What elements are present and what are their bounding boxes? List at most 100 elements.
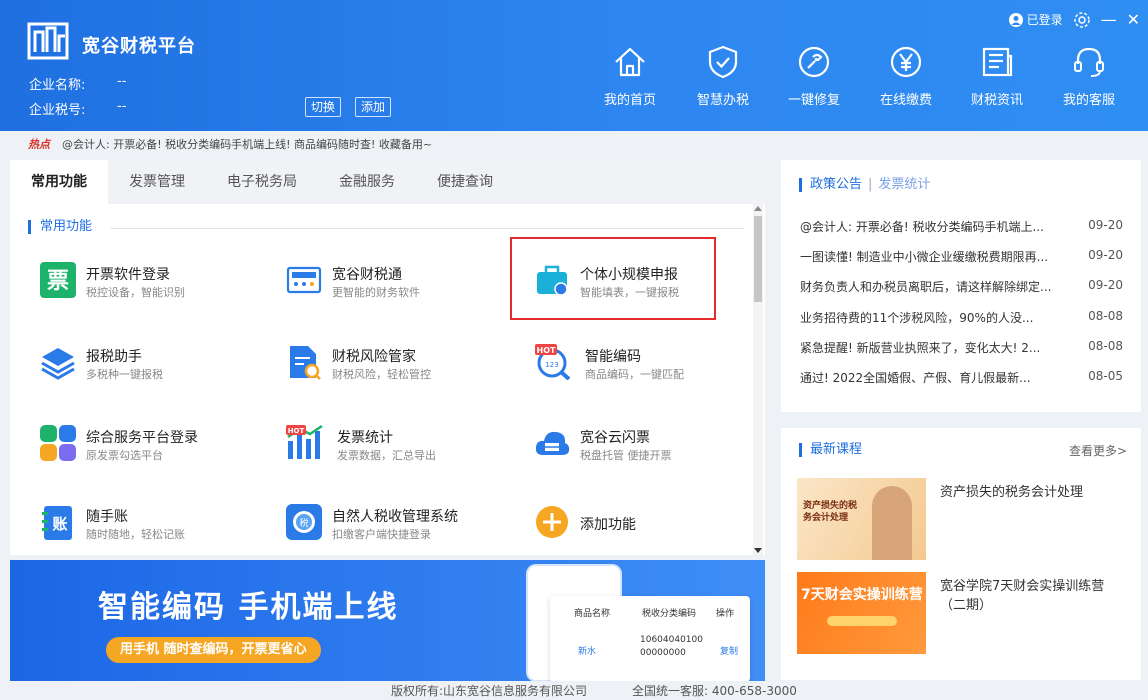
banner-title: 智能编码 手机端上线	[98, 590, 399, 625]
func-desc: 扣缴客户端快捷登录	[332, 528, 431, 541]
func-desc: 更智能的财务软件	[332, 286, 420, 299]
grid-icon	[40, 425, 76, 461]
courses-more-link[interactable]: 查看更多>	[1069, 442, 1127, 459]
tab-invoice[interactable]: 发票管理	[108, 160, 206, 204]
func-smart-code[interactable]: HOT 123 智能编码 商品编码，一键匹配	[534, 344, 724, 394]
function-scrollbar[interactable]	[753, 204, 763, 555]
user-status[interactable]: 已登录	[1008, 11, 1063, 28]
nav-payment[interactable]: 在线缴费	[866, 44, 946, 108]
function-tabs: 常用功能 发票管理 电子税务局 金融服务 便捷查询	[10, 160, 765, 204]
svg-text:税: 税	[299, 517, 308, 529]
func-desc: 税控设备，智能识别	[86, 286, 185, 299]
settings-gear-icon[interactable]	[1073, 11, 1091, 29]
banner-button[interactable]: 用手机 随时查编码，开票更省心	[106, 637, 321, 663]
tab-quick-query[interactable]: 便捷查询	[416, 160, 514, 204]
promo-banner[interactable]: 智能编码 手机端上线 用手机 随时查编码，开票更省心 商品名称 税收分类编码 操…	[10, 560, 765, 681]
func-desc: 发票数据，汇总导出	[337, 449, 436, 462]
nav-news-label: 财税资讯	[970, 93, 1023, 108]
minimize-button[interactable]: —	[1101, 10, 1117, 29]
news-item[interactable]: 财务负责人和办税员离职后，请这样解除绑定... 09-20	[800, 278, 1123, 295]
nav-smart-tax[interactable]: 智慧办税	[683, 44, 763, 108]
func-cloud-invoice[interactable]: 宽谷云闪票 税盘托管 便捷开票	[534, 425, 724, 475]
func-tax-assistant[interactable]: 报税助手 多税种一键报税	[40, 344, 250, 394]
layers-icon	[41, 348, 75, 380]
tab-common[interactable]: 常用功能	[10, 160, 108, 204]
scroll-thumb[interactable]	[754, 216, 762, 302]
shield-check-icon	[708, 45, 738, 79]
func-desc: 多税种一键报税	[86, 368, 163, 381]
course-thumbnail[interactable]: 资产损失的税务会计处理	[797, 478, 926, 560]
func-service-platform[interactable]: 综合服务平台登录 原发票勾选平台	[40, 425, 250, 475]
func-natural-person-tax[interactable]: 税 自然人税收管理系统 扣缴客户端快捷登录	[286, 504, 516, 554]
tab-policy-notice[interactable]: 政策公告	[810, 177, 862, 192]
hot-badge: 热点	[28, 138, 50, 151]
nav-home[interactable]: 我的首页	[590, 44, 670, 108]
news-item[interactable]: 紧急提醒! 新版营业执照来了，变化太大! 2... 08-08	[800, 339, 1123, 356]
func-desc: 原发票勾选平台	[86, 449, 163, 462]
ticker-text[interactable]: @会计人: 开票必备! 税收分类编码手机端上线! 商品编码随时查! 收藏备用~	[62, 131, 432, 158]
scroll-down-icon[interactable]	[754, 548, 762, 553]
scroll-up-icon[interactable]	[754, 206, 762, 211]
function-panel: 常用功能 发票管理 电子税务局 金融服务 便捷查询 常用功能 票 开票软件登录 …	[10, 160, 765, 555]
switch-button[interactable]: 切换	[305, 97, 342, 117]
table-cell: 复制	[720, 647, 739, 657]
section-divider	[110, 228, 744, 229]
func-name: 宽谷云闪票	[580, 430, 650, 446]
tab-finance[interactable]: 金融服务	[318, 160, 416, 204]
window-controls: 已登录 — ✕	[1008, 10, 1140, 29]
company-name-value: --	[117, 74, 127, 89]
func-ledger[interactable]: 账 随手账 随时随地，轻松记账	[40, 504, 250, 554]
hot-news-ticker[interactable]: 热点 @会计人: 开票必备! 税收分类编码手机端上线! 商品编码随时查! 收藏备…	[0, 131, 1148, 158]
func-name: 发票统计	[337, 430, 393, 446]
table-header-cell: 商品名称	[574, 609, 611, 619]
company-name-label: 企业名称:	[29, 78, 86, 93]
smart-code-icon: HOT 123	[535, 344, 571, 380]
func-desc: 税盘托管 便捷开票	[580, 449, 672, 462]
func-name: 随手账	[86, 509, 128, 525]
func-desc: 随时随地，轻松记账	[86, 528, 185, 541]
course-name[interactable]: 资产损失的税务会计处理	[940, 483, 1120, 502]
func-risk-manager[interactable]: 财税风险管家 财税风险，轻松管控	[286, 344, 496, 394]
func-name: 开票软件登录	[86, 267, 170, 283]
nav-home-label: 我的首页	[603, 93, 656, 108]
func-desc: 商品编码，一键匹配	[585, 368, 684, 381]
table-header-cell: 税收分类编码	[642, 609, 697, 619]
headset-icon	[1074, 47, 1104, 77]
close-button[interactable]: ✕	[1127, 10, 1140, 29]
highlight-box	[510, 237, 716, 320]
news-item[interactable]: @会计人: 开票必备! 税收分类编码手机端上... 09-20	[800, 218, 1123, 235]
table-header-cell: 操作	[716, 609, 735, 619]
thumb-decoration	[827, 616, 897, 626]
home-icon	[615, 47, 645, 77]
func-add-function[interactable]: 添加功能	[534, 504, 704, 554]
nav-repair[interactable]: 一键修复	[774, 44, 854, 108]
footer: 版权所有:山东宽谷信息服务有限公司 全国统一客服: 400-658-3000	[0, 683, 1148, 700]
nav-service[interactable]: 我的客服	[1049, 44, 1129, 108]
tax-system-icon: 税	[286, 504, 322, 540]
calculator-icon	[286, 266, 322, 294]
repair-icon	[798, 46, 830, 78]
tab-invoice-stats[interactable]: 发票统计	[878, 177, 930, 192]
nav-smart-tax-label: 智慧办税	[696, 93, 749, 108]
course-thumbnail[interactable]: 7天财会实操训练营	[797, 572, 926, 654]
news-item[interactable]: 业务招待费的11个涉税风险，90%的人没... 08-08	[800, 309, 1123, 326]
nav-news[interactable]: 财税资讯	[957, 44, 1037, 108]
func-name: 综合服务平台登录	[86, 430, 198, 446]
hotline-text: 全国统一客服: 400-658-3000	[632, 684, 797, 698]
policy-tabs: 政策公告 | 发票统计	[799, 178, 930, 192]
tab-e-tax-bureau[interactable]: 电子税务局	[206, 160, 318, 204]
copyright-text: 版权所有:山东宽谷信息服务有限公司	[391, 684, 588, 698]
func-name: 添加功能	[580, 517, 636, 533]
func-finance-tong[interactable]: 宽谷财税通 更智能的财务软件	[286, 262, 496, 312]
news-item[interactable]: 通过! 2022全国婚假、产假、育儿假最新... 08-05	[800, 369, 1123, 386]
func-invoice-stats[interactable]: HOT 发票统计 发票数据，汇总导出	[286, 425, 496, 475]
login-status-text: 已登录	[1026, 13, 1063, 27]
func-name: 报税助手	[86, 349, 142, 365]
app-title: 宽谷财税平台	[82, 36, 196, 57]
tax-number-value: --	[117, 99, 127, 114]
course-name[interactable]: 宽谷学院7天财会实操训练营（二期）	[940, 577, 1120, 615]
add-button[interactable]: 添加	[355, 97, 392, 117]
company-name-row: 企业名称: --	[29, 74, 126, 93]
news-item[interactable]: 一图读懂! 制造业中小微企业缓缴税费期限再... 09-20	[800, 248, 1123, 265]
func-invoice-login[interactable]: 票 开票软件登录 税控设备，智能识别	[40, 262, 250, 312]
